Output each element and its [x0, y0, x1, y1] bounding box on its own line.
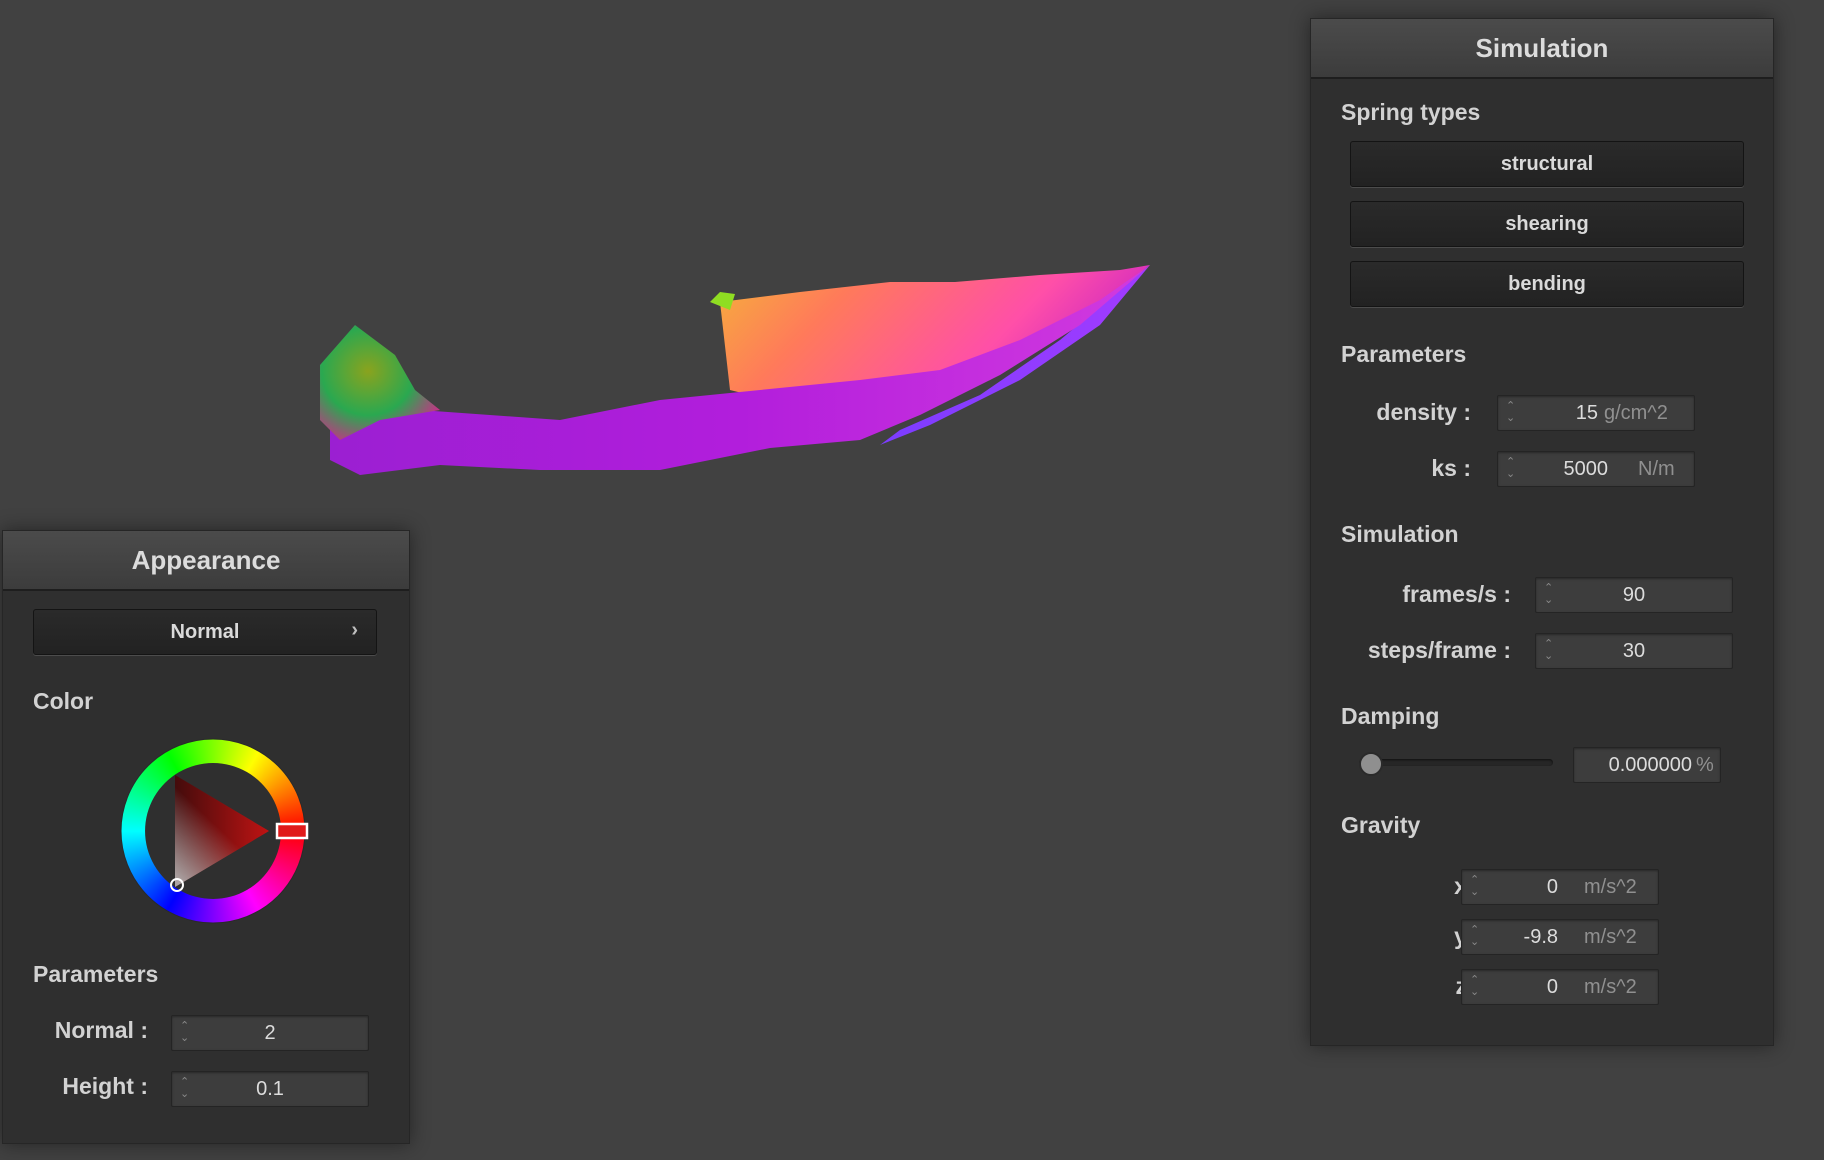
frames-per-second-label: frames/s : — [1402, 581, 1511, 607]
spring-types-label: Spring types — [1341, 99, 1481, 125]
gravity-x-unit: m/s^2 — [1584, 876, 1637, 898]
damping-value: 0.000000 — [1608, 754, 1692, 776]
normal-spinbox[interactable]: ⌃ ⌄ 2 — [171, 1015, 369, 1051]
height-label: Height : — [62, 1073, 148, 1099]
spin-arrows-icon[interactable]: ⌃ ⌄ — [1506, 400, 1518, 426]
panel-title: Appearance — [3, 531, 409, 591]
ks-unit: N/m — [1638, 458, 1675, 480]
gravity-y-value: -9.8 — [1523, 926, 1558, 948]
spin-arrows-icon[interactable]: ⌃ ⌄ — [1506, 456, 1518, 482]
steps-per-frame-label: steps/frame : — [1367, 637, 1511, 663]
spin-arrows-icon[interactable]: ⌃ ⌄ — [1470, 874, 1482, 900]
chevron-right-icon: › — [351, 619, 358, 641]
bending-spring-button[interactable]: bending — [1350, 261, 1744, 307]
normal-label: Normal : — [54, 1017, 148, 1043]
gravity-x-spinbox[interactable]: ⌃ ⌄ 0 m/s^2 — [1461, 869, 1659, 905]
frames-per-second-value: 90 — [1622, 584, 1646, 606]
appearance-panel: Appearance Normal › Color Parameters Nor… — [2, 530, 410, 1144]
normal-value: 2 — [264, 1022, 276, 1044]
spin-arrows-icon[interactable]: ⌃ ⌄ — [1470, 924, 1482, 950]
damping-unit: % — [1696, 754, 1714, 776]
shading-mode-value: Normal — [170, 621, 240, 643]
color-section-label: Color — [33, 688, 94, 714]
color-wheel[interactable] — [113, 731, 313, 931]
ks-spinbox[interactable]: ⌃ ⌄ 5000 N/m — [1497, 451, 1695, 487]
damping-textbox[interactable]: 0.000000 % — [1573, 747, 1721, 783]
simulation-panel: Simulation Spring types structural shear… — [1310, 18, 1774, 1046]
gravity-z-value: 0 — [1546, 976, 1558, 998]
parameters-section-label: Parameters — [33, 961, 159, 987]
spin-arrows-icon[interactable]: ⌃ ⌄ — [1470, 974, 1482, 1000]
gravity-z-unit: m/s^2 — [1584, 976, 1637, 998]
frames-per-second-spinbox[interactable]: ⌃ ⌄ 90 — [1535, 577, 1733, 613]
gravity-y-unit: m/s^2 — [1584, 926, 1637, 948]
damping-slider-track — [1359, 759, 1553, 766]
simulation-section-label: Simulation — [1341, 521, 1459, 547]
height-spinbox[interactable]: ⌃ ⌄ 0.1 — [171, 1071, 369, 1107]
steps-per-frame-value: 30 — [1622, 640, 1646, 662]
damping-slider[interactable] — [1359, 752, 1553, 776]
structural-spring-button[interactable]: structural — [1350, 141, 1744, 187]
panel-title: Simulation — [1311, 19, 1773, 79]
ks-value: 5000 — [1563, 458, 1609, 480]
ks-label: ks : — [1431, 455, 1471, 481]
damping-section-label: Damping — [1341, 703, 1440, 729]
hue-selector-handle — [275, 822, 309, 840]
shearing-spring-button[interactable]: shearing — [1350, 201, 1744, 247]
gravity-section-label: Gravity — [1341, 812, 1421, 838]
cloth-mesh — [320, 265, 1150, 475]
density-spinbox[interactable]: ⌃ ⌄ 15 g/cm^2 — [1497, 395, 1695, 431]
steps-per-frame-spinbox[interactable]: ⌃ ⌄ 30 — [1535, 633, 1733, 669]
parameters-section-label: Parameters — [1341, 341, 1467, 367]
shading-mode-dropdown[interactable]: Normal › — [33, 609, 377, 655]
gravity-y-spinbox[interactable]: ⌃ ⌄ -9.8 m/s^2 — [1461, 919, 1659, 955]
gravity-z-spinbox[interactable]: ⌃ ⌄ 0 m/s^2 — [1461, 969, 1659, 1005]
density-value: 15 — [1575, 402, 1598, 424]
damping-slider-handle[interactable] — [1359, 752, 1383, 776]
density-label: density : — [1376, 399, 1471, 425]
density-unit: g/cm^2 — [1604, 402, 1668, 424]
height-value: 0.1 — [256, 1078, 284, 1100]
gravity-x-value: 0 — [1546, 876, 1558, 898]
